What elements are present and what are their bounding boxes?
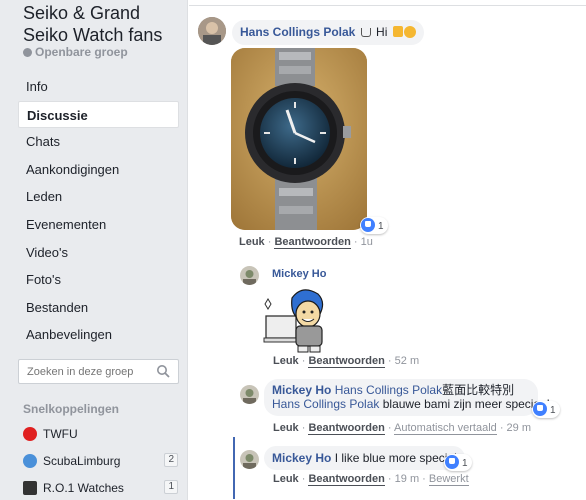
thumbs-up-icon — [392, 26, 403, 37]
comment-photo-watch[interactable] — [231, 48, 367, 230]
shortcut-ro1-watches[interactable]: R.O.1 Watches 1 — [23, 478, 178, 498]
comment-author[interactable]: Mickey Ho — [272, 451, 331, 465]
shortcut-count: 2 — [164, 453, 178, 467]
reply-link[interactable]: Beantwoorden — [274, 236, 351, 249]
like-reaction-icon — [445, 455, 459, 469]
nav-item-aankondigingen[interactable]: Aankondigingen — [18, 156, 179, 184]
mention-link[interactable]: Hans Collings Polak — [272, 397, 379, 411]
comment-bubble: Mickey Ho I like blue more special — [264, 446, 465, 470]
comment-line-original: Mickey Ho Hans Collings Polak藍面比較特別 — [272, 383, 530, 397]
reply-link[interactable]: Beantwoorden — [308, 473, 385, 486]
group-icon — [23, 454, 37, 468]
shortcut-twfu[interactable]: TWFU — [23, 424, 178, 444]
comment-time[interactable]: 29 m — [507, 422, 531, 434]
comment-author[interactable]: Mickey Ho — [272, 268, 326, 280]
comment-actions: Leuk · Beantwoorden · Automatisch vertaa… — [273, 422, 532, 435]
shortcut-label: R.O.1 Watches — [43, 481, 124, 495]
shortcut-label: ScubaLimburg — [43, 454, 121, 468]
comment-text-original: 藍面比較特別 — [442, 383, 515, 397]
group-nav: Info Discussie Chats Aankondigingen Lede… — [18, 73, 179, 349]
watch-photo — [231, 48, 367, 230]
comment-time[interactable]: 1u — [361, 236, 373, 248]
shortcut-label: TWFU — [43, 427, 78, 441]
like-link[interactable]: Leuk — [273, 473, 299, 485]
nav-item-videos[interactable]: Video's — [18, 239, 179, 267]
reaction-number: 1 — [378, 221, 384, 232]
page-root: Seiko & Grand Seiko Watch fans Openbare … — [0, 0, 586, 500]
comment-actions: Leuk · Beantwoorden · 1u — [239, 236, 373, 249]
group-avatar-icon — [23, 481, 37, 495]
group-sidebar: Seiko & Grand Seiko Watch fans Openbare … — [0, 0, 188, 500]
avatar[interactable] — [240, 385, 259, 404]
shortcut-count: 1 — [164, 480, 178, 494]
like-reaction-icon — [533, 402, 547, 416]
search-icon[interactable] — [156, 364, 170, 378]
comment-sticker[interactable] — [262, 284, 334, 354]
globe-icon — [23, 48, 32, 57]
coffee-icon — [360, 28, 371, 37]
like-link[interactable]: Leuk — [273, 422, 299, 434]
comment-time[interactable]: 19 m — [395, 473, 419, 485]
reply-link[interactable]: Beantwoorden — [308, 355, 385, 368]
reaction-number: 1 — [462, 458, 468, 469]
reaction-count[interactable]: 1 — [360, 217, 388, 234]
nav-item-leden[interactable]: Leden — [18, 183, 179, 211]
reaction-number: 1 — [550, 405, 556, 416]
avatar-image — [240, 266, 259, 285]
nav-item-evenementen[interactable]: Evenementen — [18, 211, 179, 239]
comment-author[interactable]: Mickey Ho — [272, 383, 331, 397]
avatar-image — [198, 17, 226, 45]
comment-bubble: Mickey Ho Hans Collings Polak藍面比較特別 Hans… — [264, 379, 549, 416]
mention-link[interactable]: Hans Collings Polak — [335, 383, 442, 397]
comment-bubble: Hans Collings Polak ☕ 👍😉 Hi — [232, 20, 424, 45]
wink-icon — [403, 26, 416, 38]
comment-feed: Hans Collings Polak ☕ 👍😉 Hi — [189, 0, 586, 500]
comment-text: I like blue more special — [334, 451, 457, 465]
reaction-count[interactable]: 1 — [532, 401, 560, 418]
group-search-input[interactable] — [19, 360, 149, 383]
avatar[interactable] — [240, 266, 259, 285]
comment-actions: Leuk · Beantwoorden · 52 m — [273, 355, 420, 368]
comment-text: Hi — [376, 25, 388, 39]
group-privacy-label: Openbare groep — [35, 45, 128, 59]
nav-item-bestanden[interactable]: Bestanden — [18, 294, 179, 322]
avatar[interactable] — [240, 450, 259, 469]
group-privacy: Openbare groep — [23, 45, 128, 59]
comment-actions: Leuk · Beantwoorden · 19 m · Bewerkt — [273, 473, 469, 486]
like-reaction-icon — [361, 218, 375, 232]
nav-item-discussie[interactable]: Discussie — [18, 100, 179, 129]
nav-item-aanbevelingen[interactable]: Aanbevelingen — [18, 321, 179, 349]
divider — [189, 5, 586, 6]
nav-item-chats[interactable]: Chats — [18, 128, 179, 156]
nav-item-fotos[interactable]: Foto's — [18, 266, 179, 294]
edited-link[interactable]: Bewerkt — [428, 473, 469, 486]
sticker-boy-laptop — [263, 289, 324, 353]
shortcut-scubalimburg[interactable]: ScubaLimburg 2 — [23, 451, 178, 471]
group-search — [18, 359, 179, 384]
comment-line-translated: Hans Collings Polak blauwe bami zijn mee… — [272, 397, 549, 411]
comment-text-translated: blauwe bami zijn meer speciaal — [382, 397, 550, 411]
tomato-icon — [23, 427, 37, 441]
reply-link[interactable]: Beantwoorden — [308, 422, 385, 435]
group-title[interactable]: Seiko & Grand Seiko Watch fans — [23, 2, 183, 46]
avatar-image — [240, 385, 259, 404]
avatar[interactable] — [198, 17, 226, 45]
auto-translated-link[interactable]: Automatisch vertaald — [394, 422, 497, 435]
nav-item-info[interactable]: Info — [18, 73, 179, 101]
comment-author-line: Mickey Ho — [272, 268, 326, 280]
avatar-image — [240, 450, 259, 469]
shortcuts-heading: Snelkoppelingen — [23, 402, 120, 416]
like-link[interactable]: Leuk — [273, 355, 299, 367]
comment-time[interactable]: 52 m — [395, 355, 419, 367]
highlight-bar — [233, 437, 235, 499]
like-link[interactable]: Leuk — [239, 236, 265, 248]
reaction-count[interactable]: 1 — [444, 454, 472, 471]
comment-author[interactable]: Hans Collings Polak — [240, 25, 355, 39]
